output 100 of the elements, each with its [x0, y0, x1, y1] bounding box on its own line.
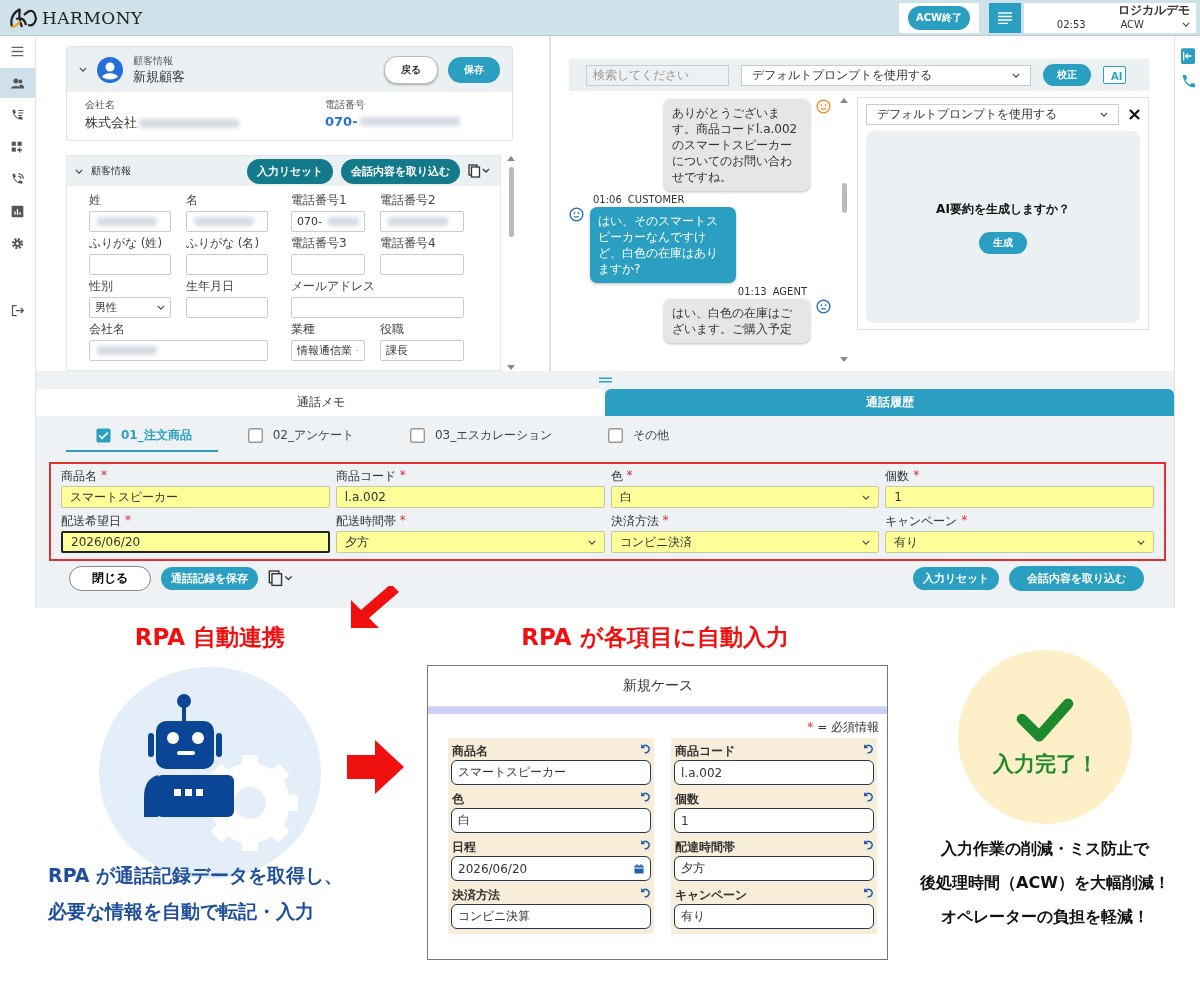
settings-icon — [10, 235, 25, 251]
caret-icon — [862, 494, 871, 500]
blurred-text — [327, 217, 359, 226]
avatar-icon — [97, 56, 123, 83]
close-button[interactable]: 閉じる — [69, 566, 151, 591]
menu-icon — [998, 11, 1012, 24]
card-title: 新規顧客 — [133, 67, 185, 86]
chat-bubble: ありがとうございます。商品コードl.a.002のスマートスピーカーについてのお問い合わせですね。 — [664, 99, 810, 191]
input-field[interactable] — [89, 340, 268, 361]
select-field[interactable]: 夕方 — [335, 531, 605, 553]
undo-icon[interactable] — [639, 839, 650, 850]
completion-text: 入力完了！ — [992, 751, 1098, 778]
dashboard-add-icon — [10, 139, 25, 155]
category-tab[interactable]: 02_アンケート — [217, 420, 380, 452]
calendar-icon[interactable] — [634, 863, 644, 874]
form-title: 新規ケース — [622, 677, 693, 695]
input-field[interactable]: 2026/06/20 — [61, 531, 330, 553]
caret-icon — [157, 305, 165, 310]
prompt-select[interactable]: デフォルトプロンプトを使用する — [866, 104, 1119, 125]
caret-icon — [862, 539, 871, 545]
section-heading: RPA が各項目に自動入力 — [521, 623, 789, 652]
nav-item[interactable] — [0, 68, 35, 98]
input-field[interactable]: l.a.002 — [674, 760, 874, 785]
elapsed-time: 02:53 — [1055, 19, 1087, 30]
bar-chart-icon — [10, 203, 25, 219]
tab[interactable]: 通話メモ — [36, 389, 605, 416]
required-mark: * — [101, 468, 107, 484]
reset-button[interactable]: 入力リセット — [247, 158, 333, 184]
undo-icon[interactable] — [862, 743, 873, 754]
input-field[interactable]: 1 — [885, 486, 1154, 508]
input-field[interactable] — [380, 254, 464, 275]
category-tab[interactable]: その他 — [578, 420, 696, 452]
field-label: 生年月日 — [186, 278, 235, 295]
field-label: 会社名 — [85, 98, 116, 112]
input-field[interactable] — [186, 211, 268, 232]
select-field[interactable]: 有り — [885, 531, 1154, 553]
input-field[interactable] — [291, 297, 464, 318]
field-label: 姓 — [89, 192, 102, 209]
field-label: ふりがな (姓) — [89, 235, 164, 252]
copy-dropdown-icon[interactable] — [468, 164, 492, 178]
checkbox[interactable] — [410, 427, 425, 443]
menu-button[interactable] — [989, 2, 1021, 33]
copy-dropdown-icon[interactable] — [268, 570, 294, 587]
input-field[interactable]: 白 — [451, 808, 651, 833]
scroll-up-icon[interactable] — [507, 155, 515, 161]
input-field[interactable] — [186, 254, 268, 275]
scroll-up-icon[interactable] — [840, 97, 848, 103]
scroll-thumb[interactable] — [508, 167, 514, 237]
field-label: 色 — [610, 468, 623, 485]
select-field[interactable]: 白 — [610, 486, 880, 508]
input-field[interactable]: 1 — [674, 808, 874, 833]
required-mark: * — [807, 720, 814, 734]
undo-icon[interactable] — [639, 887, 650, 898]
input-field[interactable]: 有り — [674, 904, 874, 929]
select-field[interactable]: 情報通信業 — [291, 340, 365, 361]
undo-icon[interactable] — [862, 791, 873, 802]
input-field[interactable]: 課長 — [380, 340, 464, 361]
close-icon[interactable] — [1129, 109, 1140, 120]
input-field[interactable] — [380, 211, 464, 232]
input-field[interactable] — [89, 254, 171, 275]
input-field[interactable] — [89, 211, 171, 232]
field-value: 課長 — [386, 343, 408, 358]
category-tab[interactable]: 03_エスカレーション — [380, 420, 579, 452]
input-field[interactable]: スマートスピーカー — [61, 486, 330, 508]
scroll-down-icon[interactable] — [507, 365, 515, 371]
required-mark: * — [125, 513, 131, 529]
field-label: 色 — [452, 791, 464, 808]
panel-exit-icon[interactable] — [1180, 48, 1195, 64]
undo-icon[interactable] — [639, 791, 650, 802]
select-field[interactable]: 男性 — [89, 297, 171, 318]
input-field[interactable]: コンビニ決算 — [451, 904, 651, 929]
required-mark: * — [399, 468, 406, 484]
input-field[interactable] — [291, 254, 365, 275]
input-field[interactable]: l.a.002 — [335, 486, 605, 508]
input-field[interactable]: 070- — [291, 211, 365, 232]
scroll-down-icon[interactable] — [840, 357, 848, 363]
scroll-thumb[interactable] — [841, 183, 847, 213]
undo-icon[interactable] — [639, 743, 650, 754]
resize-handle-icon[interactable] — [598, 377, 612, 383]
scrollbar[interactable] — [839, 97, 849, 363]
input-field[interactable]: 夕方 — [674, 856, 874, 881]
back-button[interactable]: 戻る — [384, 55, 438, 84]
field-label: 電話番号4 — [380, 235, 437, 252]
select-field[interactable]: コンビニ決済 — [610, 531, 880, 553]
checkbox[interactable] — [608, 427, 624, 443]
field-label: 個数 — [675, 791, 699, 808]
field-label: 電話番号2 — [380, 192, 437, 209]
scrollbar[interactable] — [507, 155, 515, 371]
prompt-select[interactable]: デフォルトプロンプトを使用する — [741, 64, 1031, 86]
checkbox[interactable] — [96, 427, 111, 443]
summary-prompt-text: AI要約を生成しますか？ — [936, 200, 1070, 218]
input-field[interactable] — [186, 297, 268, 318]
input-field[interactable]: 2026/06/20 — [451, 856, 651, 881]
checkbox[interactable] — [247, 427, 263, 443]
import-button[interactable]: 会話内容を取り込む — [341, 158, 460, 184]
search-field[interactable]: 検索してください — [586, 64, 729, 86]
required-mark: * — [626, 468, 633, 484]
input-field[interactable]: スマートスピーカー — [451, 760, 651, 785]
undo-icon[interactable] — [862, 839, 873, 850]
undo-icon[interactable] — [862, 887, 873, 898]
